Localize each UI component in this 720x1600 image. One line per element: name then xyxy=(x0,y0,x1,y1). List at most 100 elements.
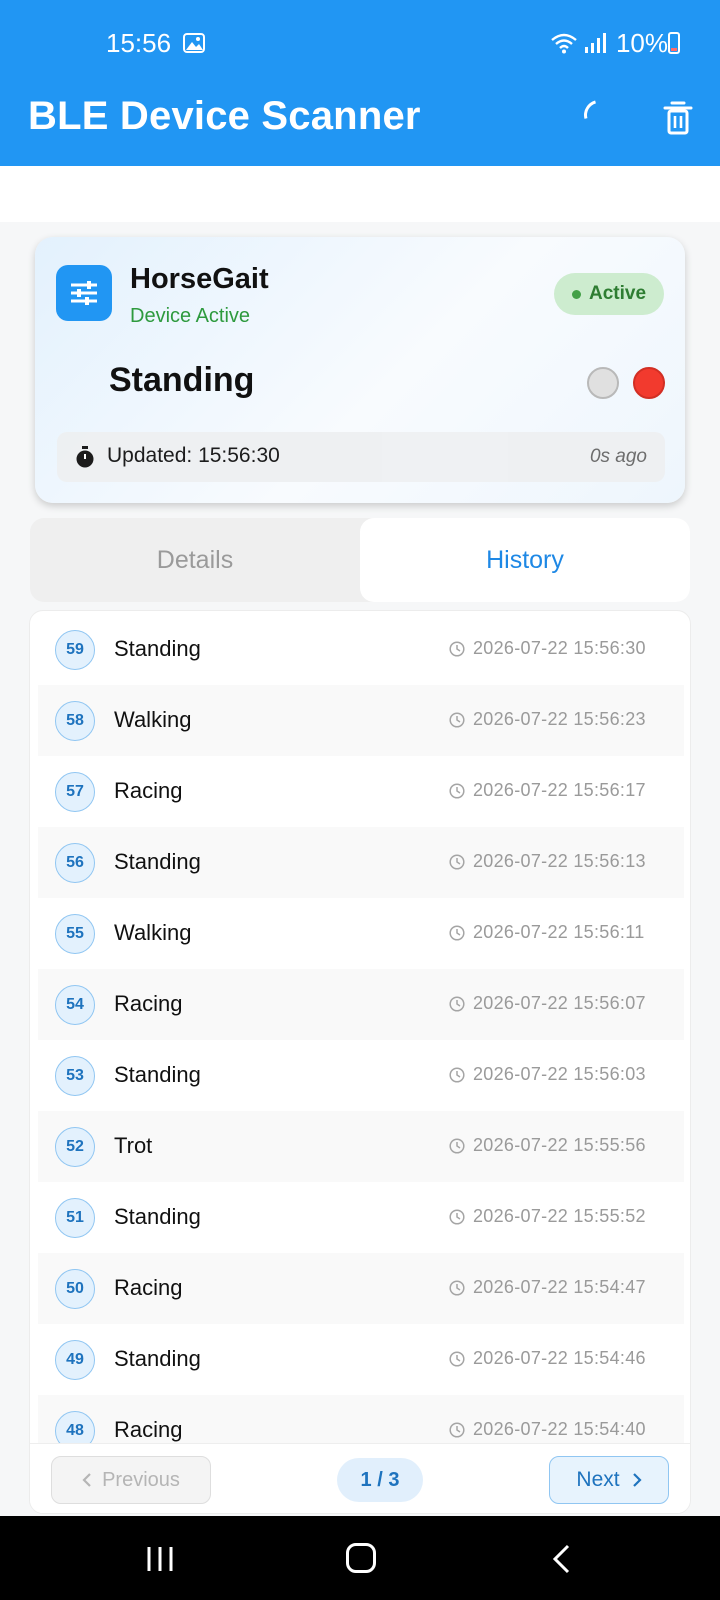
device-status-text: Device Active xyxy=(130,305,251,327)
entry-number-badge: 59 xyxy=(55,630,95,670)
entry-timestamp: 2026-07-22 15:56:11 xyxy=(473,922,645,942)
app-bar: 15:56 10% BLE Device Scanner xyxy=(0,0,720,166)
history-row[interactable]: 53 Standing 2026-07-22 15:56:03 xyxy=(38,1040,684,1111)
entry-state: Standing xyxy=(114,1346,201,1371)
active-badge-label: Active xyxy=(588,283,647,304)
current-gait: Standing xyxy=(109,361,255,399)
entry-number-badge: 55 xyxy=(55,914,95,954)
clock-icon xyxy=(449,1067,465,1083)
history-row[interactable]: 54 Racing 2026-07-22 15:56:07 xyxy=(38,969,684,1040)
history-list: 59 Standing 2026-07-22 15:56:30 58 Walking 20… xyxy=(29,610,691,1514)
entry-number-badge: 51 xyxy=(55,1198,95,1238)
clock-icon xyxy=(449,712,465,728)
chevron-right-icon xyxy=(632,1473,642,1487)
clock-icon xyxy=(449,1209,465,1225)
status-icons xyxy=(550,32,608,54)
entry-state: Standing xyxy=(114,1204,201,1229)
home-icon[interactable] xyxy=(346,1543,376,1573)
entry-state: Racing xyxy=(114,1417,183,1442)
active-badge: Active xyxy=(554,273,664,315)
entry-state: Walking xyxy=(114,920,192,945)
entry-timestamp: 2026-07-22 15:56:03 xyxy=(473,1064,646,1084)
history-row[interactable]: 57 Racing 2026-07-22 15:56:17 xyxy=(38,756,684,827)
tab-history[interactable]: History xyxy=(360,518,690,602)
entry-number-badge: 49 xyxy=(55,1340,95,1380)
indicator-red-dot xyxy=(633,367,665,399)
previous-button[interactable]: Previous xyxy=(51,1456,211,1504)
entry-number-badge: 50 xyxy=(55,1269,95,1309)
clock-icon xyxy=(449,1138,465,1154)
wifi-icon xyxy=(551,33,577,54)
previous-label: Previous xyxy=(102,1468,180,1491)
entry-state: Standing xyxy=(114,636,201,661)
history-row[interactable]: 49 Standing 2026-07-22 15:54:46 xyxy=(38,1324,684,1395)
tab-bar: Details History xyxy=(30,518,690,602)
entry-timestamp: 2026-07-22 15:54:46 xyxy=(473,1348,646,1368)
entry-state: Standing xyxy=(114,1062,201,1087)
entry-number-badge: 53 xyxy=(55,1056,95,1096)
system-nav-bar xyxy=(0,1516,720,1600)
pagination: Previous 1 / 3 Next xyxy=(30,1443,690,1513)
status-time: 15:56 xyxy=(106,28,172,58)
device-card[interactable]: HorseGait Device Active Active Standing … xyxy=(35,237,685,503)
gallery-notification-icon xyxy=(183,33,205,53)
tab-details[interactable]: Details xyxy=(30,518,360,602)
entry-state: Racing xyxy=(114,778,183,803)
updated-bar: Updated: 15:56:30 0s ago xyxy=(57,432,665,482)
clock-icon xyxy=(449,641,465,657)
entry-timestamp: 2026-07-22 15:56:17 xyxy=(473,780,646,800)
active-dot-icon xyxy=(571,289,581,299)
trash-icon[interactable] xyxy=(662,100,694,136)
clock-icon xyxy=(449,1351,465,1367)
history-row[interactable]: 55 Walking 2026-07-22 15:56:11 xyxy=(38,898,684,969)
entry-state: Walking xyxy=(114,707,192,732)
chevron-left-icon xyxy=(82,1473,91,1487)
history-row[interactable]: 59 Standing 2026-07-22 15:56:30 xyxy=(38,614,684,685)
entry-number-badge: 56 xyxy=(55,843,95,883)
recents-icon[interactable] xyxy=(146,1546,174,1572)
back-icon[interactable] xyxy=(550,1544,572,1574)
page-indicator: 1 / 3 xyxy=(337,1458,423,1502)
clock-icon xyxy=(449,1422,465,1438)
clock-icon xyxy=(449,1280,465,1296)
indicator-grey-dot xyxy=(587,367,619,399)
updated-ago: 0s ago xyxy=(589,446,647,467)
entry-timestamp: 2026-07-22 15:54:47 xyxy=(473,1277,646,1297)
entry-state: Standing xyxy=(114,849,201,874)
entry-timestamp: 2026-07-22 15:56:07 xyxy=(473,993,646,1013)
entry-timestamp: 2026-07-22 15:55:52 xyxy=(473,1206,646,1226)
entry-state: Racing xyxy=(114,991,183,1016)
signal-icon xyxy=(585,33,606,53)
clock-icon xyxy=(449,996,465,1012)
clock-icon xyxy=(449,925,465,941)
next-button[interactable]: Next xyxy=(549,1456,669,1504)
device-name: HorseGait xyxy=(130,263,269,295)
timer-icon xyxy=(76,446,94,468)
entry-number-badge: 57 xyxy=(55,772,95,812)
next-label: Next xyxy=(576,1468,620,1491)
clock-icon xyxy=(449,783,465,799)
history-row[interactable]: 51 Standing 2026-07-22 15:55:52 xyxy=(38,1182,684,1253)
device-tune-icon xyxy=(56,265,112,321)
app-title: BLE Device Scanner xyxy=(28,94,421,138)
entry-number-badge: 58 xyxy=(55,701,95,741)
entry-number-badge: 52 xyxy=(55,1127,95,1167)
entry-state: Trot xyxy=(114,1133,153,1158)
entry-timestamp: 2026-07-22 15:56:30 xyxy=(473,638,646,658)
entry-timestamp: 2026-07-22 15:54:40 xyxy=(473,1419,646,1439)
history-row[interactable]: 58 Walking 2026-07-22 15:56:23 xyxy=(38,685,684,756)
battery-percent: 10% xyxy=(615,28,668,58)
loading-spinner-icon xyxy=(578,94,620,136)
battery-icon xyxy=(668,32,680,54)
toolbar-spacer xyxy=(0,166,720,222)
entry-timestamp: 2026-07-22 15:56:13 xyxy=(473,851,646,871)
entry-state: Racing xyxy=(114,1275,183,1300)
clock-icon xyxy=(449,854,465,870)
updated-time: Updated: 15:56:30 xyxy=(107,444,280,467)
entry-timestamp: 2026-07-22 15:55:56 xyxy=(473,1135,646,1155)
entry-timestamp: 2026-07-22 15:56:23 xyxy=(473,709,646,729)
history-row[interactable]: 52 Trot 2026-07-22 15:55:56 xyxy=(38,1111,684,1182)
history-row[interactable]: 56 Standing 2026-07-22 15:56:13 xyxy=(38,827,684,898)
entry-number-badge: 54 xyxy=(55,985,95,1025)
history-row[interactable]: 50 Racing 2026-07-22 15:54:47 xyxy=(38,1253,684,1324)
